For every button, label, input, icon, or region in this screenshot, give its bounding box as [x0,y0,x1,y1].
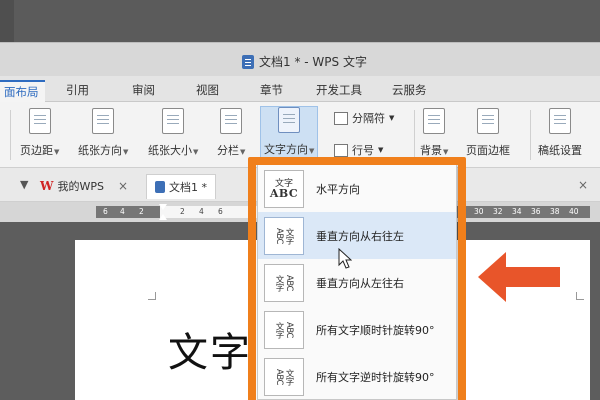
mouse-cursor-icon [338,248,352,269]
ribbon-toolbar: 页边距▼ 纸张方向▼ 纸张大小▼ 分栏▼ 文字方向▼ 分隔符 ▼ 行号 ▼ 背景▼ … [0,102,600,168]
ribbon-divider [10,110,11,160]
chevron-down-icon: ▼ [443,148,449,156]
document-icon [242,54,254,69]
tab-view[interactable]: 视图 [196,82,219,98]
menu-item-horizontal[interactable]: 文字 ABC 水平方向 [258,165,456,212]
margins-button[interactable]: 页边距▼ [20,108,59,158]
indent-marker[interactable] [159,204,167,220]
line-number-button[interactable]: 行号 ▼ [334,142,383,158]
menu-item-rotate-cw[interactable]: 文字 ABC 所有文字顺时针旋转90° [258,306,456,353]
tab-cloud[interactable]: 云服务 [392,82,427,98]
rotate-counterclockwise-text-icon: ABC 文字 [264,357,304,396]
grid-settings-button[interactable]: 稿纸设置 [538,108,582,158]
tab-developer[interactable]: 开发工具 [316,82,362,98]
separator-button[interactable]: 分隔符 ▼ [334,110,394,126]
background-icon [423,108,446,134]
margin-corner-mark [576,292,584,300]
chevron-down-icon: ▼ [123,148,129,156]
ribbon-divider [414,110,415,160]
chevron-down-icon: ▼ [240,148,246,156]
vertical-ltr-text-icon: 文字 ABC [264,263,304,302]
rotate-clockwise-text-icon: 文字 ABC [264,310,304,349]
chevron-down-icon: ▼ [309,147,315,155]
tab-my-wps[interactable]: W 我的WPS × [40,178,128,194]
window-title-text: 文档1 * - WPS 文字 [259,55,367,69]
margin-corner-mark [148,292,156,300]
ribbon-divider [530,110,531,160]
close-icon[interactable]: × [578,178,588,192]
line-number-icon [334,143,348,157]
background-button[interactable]: 背景▼ [420,108,448,158]
text-direction-icon [278,107,301,133]
menu-item-vertical-rtl[interactable]: ABC 文字 垂直方向从右往左 [258,212,456,259]
page-size-button[interactable]: 纸张大小▼ [148,108,198,158]
horizontal-text-icon: 文字 ABC [264,169,304,208]
document-icon [155,181,165,193]
tab-section[interactable]: 章节 [260,82,283,98]
left-arrow-icon [478,252,560,302]
title-bar: 文档1 * - WPS 文字 [0,42,600,76]
tab-review[interactable]: 审阅 [132,82,155,98]
separator-icon [334,111,348,125]
menu-item-rotate-ccw[interactable]: ABC 文字 所有文字逆时针旋转90° [258,353,456,400]
chevron-down-icon: ▼ [54,148,60,156]
vertical-rtl-text-icon: ABC 文字 [264,216,304,255]
text-direction-button[interactable]: 文字方向▼ [260,106,319,162]
margins-icon [28,108,51,134]
close-icon[interactable]: × [118,179,128,193]
tab-page-layout[interactable]: 面布局 [0,80,45,104]
page-size-icon [162,108,185,134]
chevron-down-icon: ▼ [193,148,199,156]
tab-list-dropdown-icon[interactable]: ▼ [20,178,28,191]
wps-logo-icon: W [40,179,54,193]
tab-document[interactable]: 文档1 * [146,174,216,199]
grid-settings-icon [549,108,571,134]
window-title: 文档1 * - WPS 文字 [242,53,367,70]
text-direction-menu: 文字 ABC 水平方向 ABC 文字 垂直方向从右往左 文字 ABC 垂直方向从左… [257,164,457,400]
document-text: 文字 [168,330,252,376]
page-border-icon [477,108,499,134]
page-border-button[interactable]: 页面边框 [466,108,510,158]
menu-item-vertical-ltr[interactable]: 文字 ABC 垂直方向从左往右 [258,259,456,306]
orientation-button[interactable]: 纸张方向▼ [78,108,128,158]
columns-icon [220,108,243,134]
ribbon-tab-bar: 面布局 引用 审阅 视图 章节 开发工具 云服务 [0,76,600,104]
columns-button[interactable]: 分栏▼ [217,108,245,158]
tab-references[interactable]: 引用 [66,82,89,98]
orientation-icon [92,108,115,134]
